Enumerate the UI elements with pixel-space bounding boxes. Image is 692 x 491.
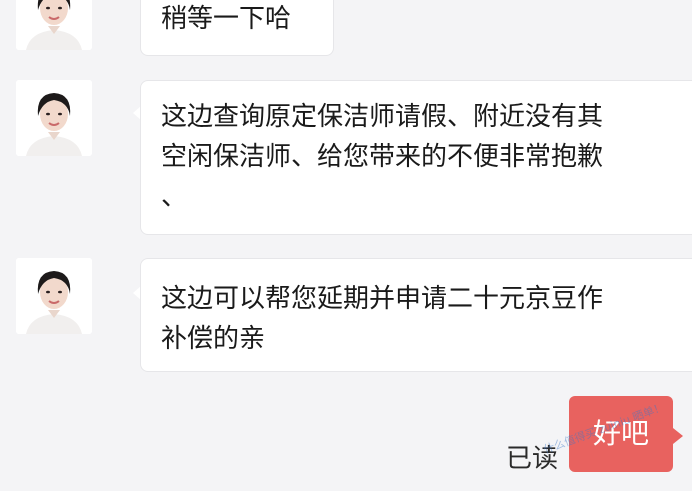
- message-line: 稍等一下哈: [161, 4, 292, 34]
- agent-avatar[interactable]: [16, 80, 92, 156]
- message-bubble: 稍等一下哈: [140, 0, 334, 56]
- message-line: 这边查询原定保洁师请假、附近没有其: [161, 102, 604, 132]
- agent-avatar[interactable]: [16, 258, 92, 334]
- agent-avatar[interactable]: [16, 0, 92, 50]
- chat-area: 稍等一下哈 这边查询原定保洁师请假、附近没有其 空闲保洁师、给您带来的不便非常抱…: [0, 0, 692, 491]
- message-line: 补偿的亲: [161, 324, 266, 354]
- my-bubble-tail: [673, 428, 683, 444]
- message-bubble: 这边可以帮您延期并申请二十元京豆作 补偿的亲: [140, 258, 692, 372]
- avatar-photo-icon: [16, 258, 92, 334]
- avatar-photo-icon: [16, 0, 92, 50]
- message-line: 、: [161, 182, 188, 212]
- message-line: 这边可以帮您延期并申请二十元京豆作: [161, 284, 604, 314]
- message-line: 空闲保洁师、给您带来的不便非常抱歉: [161, 142, 604, 172]
- avatar-photo-icon: [16, 80, 92, 156]
- message-bubble: 这边查询原定保洁师请假、附近没有其 空闲保洁师、给您带来的不便非常抱歉 、: [140, 80, 692, 235]
